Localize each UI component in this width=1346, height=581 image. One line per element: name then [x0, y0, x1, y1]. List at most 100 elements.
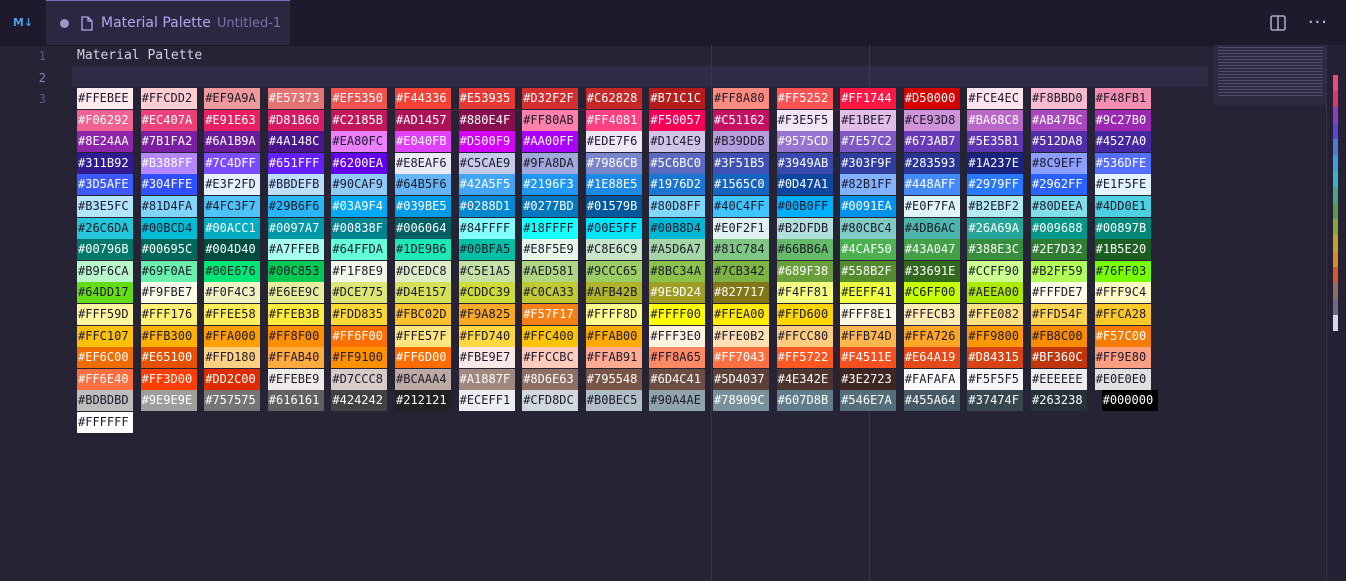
color-swatch[interactable]: #F9A825 — [458, 304, 515, 325]
color-swatch[interactable]: #F4511E — [840, 347, 897, 369]
color-swatch[interactable]: #1A237E — [967, 152, 1024, 174]
color-swatch[interactable]: #FFC107 — [77, 325, 133, 347]
color-swatch[interactable]: #546E7A — [840, 390, 897, 412]
color-swatch[interactable]: #E1BEE7 — [840, 109, 897, 131]
color-swatch[interactable]: #81C784 — [713, 239, 769, 261]
color-swatch[interactable]: #FAFAFA — [903, 368, 960, 390]
color-swatch[interactable]: #EF6C00 — [77, 347, 133, 369]
color-swatch[interactable]: #B0BEC5 — [585, 390, 642, 412]
color-swatch[interactable]: #EF5350 — [331, 88, 388, 109]
color-swatch[interactable]: #FF9800 — [967, 325, 1024, 347]
color-swatch[interactable]: #D500F9 — [458, 131, 515, 153]
color-swatch[interactable]: #B71C1C — [649, 88, 706, 109]
color-swatch[interactable]: #D32F2F — [522, 88, 579, 109]
color-swatch[interactable]: #E1F5FE — [1094, 174, 1151, 196]
color-swatch[interactable]: #651FFF — [267, 152, 324, 174]
color-swatch[interactable]: #BBDEFB — [267, 174, 324, 196]
color-swatch[interactable]: #CFD8DC — [522, 390, 579, 412]
color-swatch[interactable]: #EDE7F6 — [585, 131, 642, 153]
color-swatch[interactable]: #00796B — [77, 239, 133, 261]
color-swatch[interactable]: #E0F2F1 — [713, 217, 769, 239]
color-swatch[interactable]: #FFAB40 — [267, 347, 324, 369]
color-swatch[interactable]: #EEFF41 — [840, 282, 897, 304]
color-swatch[interactable]: #880E4F — [458, 109, 515, 131]
color-swatch[interactable]: #EF9A9A — [204, 88, 261, 109]
color-swatch[interactable]: #FFE57F — [395, 325, 451, 347]
color-swatch[interactable]: #64FFDA — [331, 239, 388, 261]
color-swatch[interactable]: #A1887F — [458, 368, 515, 390]
color-swatch[interactable]: #FFCA28 — [1094, 304, 1151, 325]
color-swatch[interactable]: #9E9E9E — [140, 390, 197, 412]
color-swatch[interactable]: #E040FB — [395, 131, 451, 153]
color-swatch[interactable]: #80CBC4 — [840, 217, 897, 239]
color-swatch[interactable]: #E65100 — [140, 347, 197, 369]
color-swatch[interactable]: #B2EBF2 — [967, 196, 1024, 217]
color-swatch[interactable]: #C8E6C9 — [585, 239, 642, 261]
color-swatch[interactable]: #C5E1A5 — [458, 260, 515, 282]
color-swatch[interactable]: #FB8C00 — [1031, 325, 1087, 347]
color-swatch[interactable]: #FFFDE7 — [1031, 282, 1087, 304]
color-swatch[interactable]: #FF9E80 — [1094, 347, 1151, 369]
color-swatch[interactable]: #F50057 — [649, 109, 706, 131]
color-swatch[interactable]: #FF6F00 — [331, 325, 388, 347]
color-swatch[interactable]: #0097A7 — [267, 217, 324, 239]
color-swatch[interactable]: #5D4037 — [713, 368, 769, 390]
color-swatch[interactable]: #E8F5E9 — [522, 239, 579, 261]
color-swatch[interactable]: #EA80FC — [331, 131, 388, 153]
color-swatch[interactable]: #00C853 — [267, 260, 324, 282]
color-swatch[interactable]: #536DFE — [1094, 152, 1151, 174]
color-swatch[interactable]: #FFB74D — [840, 325, 897, 347]
color-swatch[interactable]: #00E5FF — [585, 217, 642, 239]
color-swatch[interactable]: #FF80AB — [522, 109, 579, 131]
color-swatch[interactable]: #FBC02D — [395, 304, 451, 325]
color-swatch[interactable]: #7E57C2 — [840, 131, 897, 153]
color-swatch[interactable]: #F5F5F5 — [967, 368, 1024, 390]
color-swatch[interactable]: #388E3C — [967, 239, 1024, 261]
color-swatch[interactable]: #4FC3F7 — [204, 196, 261, 217]
color-swatch[interactable]: #B39DDB — [713, 131, 769, 153]
color-swatch[interactable]: #3D5AFE — [77, 174, 133, 196]
color-swatch[interactable]: #FF9100 — [331, 347, 388, 369]
color-swatch[interactable]: #8C9EFF — [1031, 152, 1087, 174]
color-swatch[interactable]: #B9F6CA — [77, 260, 133, 282]
color-swatch[interactable]: #616161 — [267, 390, 324, 412]
color-swatch[interactable]: #AED581 — [522, 260, 579, 282]
color-swatch[interactable]: #D50000 — [903, 88, 960, 109]
color-swatch[interactable]: #FF8F00 — [267, 325, 324, 347]
color-swatch[interactable]: #78909C — [713, 390, 769, 412]
color-swatch[interactable]: #FFA000 — [204, 325, 261, 347]
color-swatch[interactable]: #29B6F6 — [267, 196, 324, 217]
more-actions-icon[interactable]: ··· — [1308, 12, 1328, 33]
color-swatch[interactable]: #FDD835 — [331, 304, 388, 325]
color-swatch[interactable]: #BDBDBD — [77, 390, 133, 412]
color-swatch[interactable]: #E53935 — [458, 88, 515, 109]
color-swatch[interactable]: #FF3D00 — [140, 368, 197, 390]
color-swatch[interactable]: #F1F8E9 — [331, 260, 388, 282]
color-swatch[interactable]: #D7CCC8 — [331, 368, 388, 390]
color-swatch[interactable]: #F0F4C3 — [204, 282, 261, 304]
color-swatch[interactable]: #212121 — [395, 390, 451, 412]
color-swatch[interactable]: #69F0AE — [140, 260, 197, 282]
color-swatch[interactable]: #FFF9C4 — [1094, 282, 1151, 304]
color-swatch[interactable]: #795548 — [585, 368, 642, 390]
color-swatch[interactable]: #303F9F — [840, 152, 897, 174]
color-swatch[interactable]: #B3E5FC — [77, 196, 133, 217]
color-swatch[interactable]: #2979FF — [967, 174, 1024, 196]
color-swatch[interactable]: #F48FB1 — [1094, 88, 1151, 109]
color-swatch[interactable]: #FFD180 — [204, 347, 261, 369]
markdown-icon[interactable]: M↓ — [0, 0, 46, 45]
color-swatch[interactable]: #673AB7 — [903, 131, 960, 153]
color-swatch[interactable]: #F4FF81 — [776, 282, 833, 304]
color-swatch[interactable]: #3E2723 — [840, 368, 897, 390]
color-swatch[interactable]: #EEEEEE — [1031, 368, 1087, 390]
color-swatch[interactable]: #66BB6A — [776, 239, 833, 261]
color-swatch[interactable]: #00B8D4 — [649, 217, 706, 239]
color-swatch[interactable]: #4E342E — [776, 368, 833, 390]
color-swatch[interactable]: #0288D1 — [458, 196, 515, 217]
color-swatch[interactable]: #F44336 — [395, 88, 451, 109]
color-swatch[interactable]: #9C27B0 — [1094, 109, 1151, 131]
color-swatch[interactable]: #448AFF — [903, 174, 960, 196]
color-swatch[interactable]: #FF6E40 — [77, 368, 133, 390]
color-swatch[interactable]: #00695C — [140, 239, 197, 261]
color-swatch[interactable]: #E91E63 — [204, 109, 261, 131]
